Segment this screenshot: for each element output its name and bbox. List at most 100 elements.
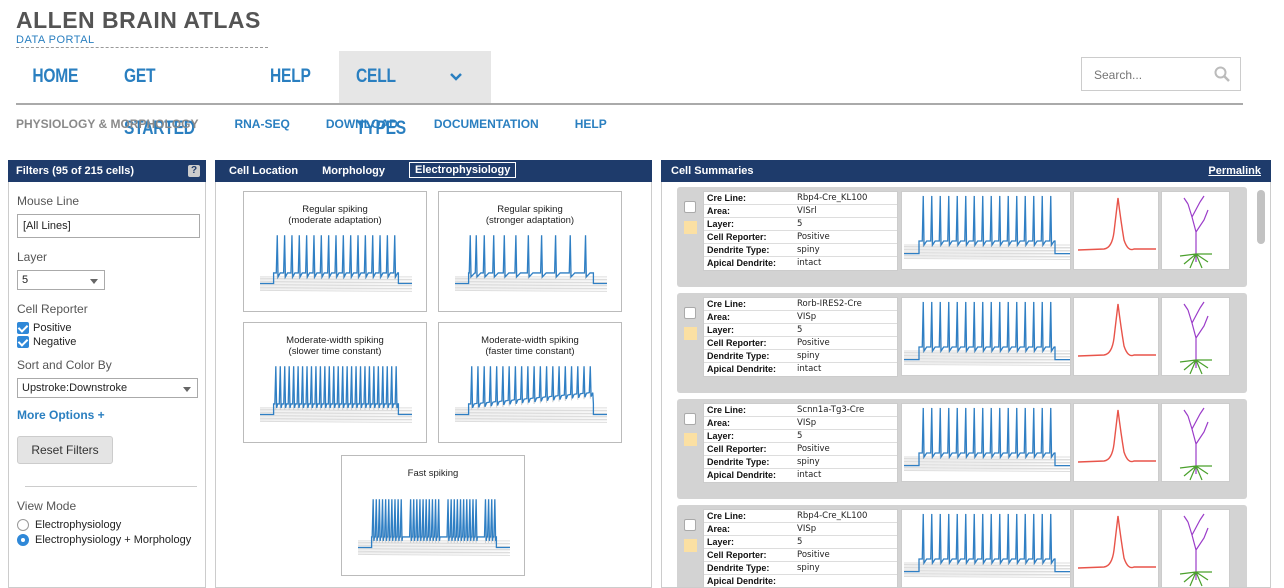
morphology-thumbnail[interactable] — [1161, 297, 1230, 376]
color-swatch — [684, 433, 697, 446]
morphology-thumbnail[interactable] — [1161, 403, 1230, 482]
mouse-line-input[interactable]: [All Lines] — [17, 214, 200, 238]
spike-trace — [903, 301, 1071, 366]
cell-trace-thumbnail[interactable] — [901, 297, 1071, 376]
search-input[interactable] — [1094, 68, 1204, 82]
cell-trace-thumbnail[interactable] — [901, 403, 1071, 482]
permalink-link[interactable]: Permalink — [1208, 160, 1261, 182]
morphology-thumbnail[interactable] — [1161, 509, 1230, 587]
cell-summary-card[interactable]: Cre Line: Rorb-IRES2-Cre Area: VISp Laye… — [677, 293, 1247, 393]
cell-field-row: Area: VISp — [704, 417, 897, 430]
cell-field-row: Area: VISp — [704, 311, 897, 324]
cell-field-row: Area: VISrl — [704, 205, 897, 218]
layer-select[interactable]: 5 — [17, 270, 105, 290]
select-checkbox[interactable] — [684, 201, 696, 213]
view-mode-ephys-morph-radio[interactable]: Electrophysiology + Morphology — [17, 534, 197, 546]
subnav-physiology-morphology[interactable]: PHYSIOLOGY & MORPHOLOGY — [16, 117, 198, 131]
checkbox-checked-icon[interactable] — [17, 336, 29, 348]
color-swatch — [684, 539, 697, 552]
tab-cell-location[interactable]: Cell Location — [229, 160, 298, 182]
reporter-positive-checkbox[interactable]: Positive — [17, 322, 197, 334]
card-subtitle: (slower time constant) — [288, 346, 382, 357]
radio-unselected-icon[interactable] — [17, 519, 29, 531]
cell-field-row: Apical Dendrite: intact — [704, 257, 897, 270]
search-box[interactable] — [1081, 57, 1241, 91]
tab-electrophysiology[interactable]: Electrophysiology — [409, 162, 517, 178]
tab-morphology[interactable]: Morphology — [322, 160, 385, 182]
nav-home[interactable]: HOME — [16, 51, 96, 103]
cell-trace-thumbnail[interactable] — [901, 191, 1071, 270]
action-potential-thumbnail[interactable] — [1073, 509, 1159, 587]
cell-field-value: intact — [797, 470, 822, 480]
search-icon[interactable] — [1214, 66, 1230, 82]
select-checkbox[interactable] — [684, 413, 696, 425]
scrollbar[interactable] — [1257, 190, 1265, 244]
cell-field-label: Cre Line: — [707, 405, 747, 415]
cell-field-value: spiny — [797, 563, 820, 573]
color-swatch — [684, 327, 697, 340]
action-potential-thumbnail[interactable] — [1073, 191, 1159, 270]
card-title: Regular spiking — [497, 204, 563, 215]
neuron-morphology-icon — [1179, 407, 1212, 481]
select-checkbox[interactable] — [684, 519, 696, 531]
cell-field-label: Layer: — [707, 537, 735, 547]
action-potential-thumbnail[interactable] — [1073, 297, 1159, 376]
reporter-negative-checkbox[interactable]: Negative — [17, 336, 197, 348]
mouse-line-label: Mouse Line — [17, 194, 80, 208]
action-potential-curve — [1077, 515, 1156, 569]
subnav-rna-seq[interactable]: RNA-SEQ — [234, 117, 289, 131]
brand-subtitle: DATA PORTAL — [16, 34, 268, 48]
cell-field-label: Cre Line: — [707, 299, 747, 309]
sort-value: Upstroke:Downstroke — [22, 382, 128, 394]
neuron-morphology-icon — [1179, 513, 1212, 587]
cell-field-row: Dendrite Type: spiny — [704, 456, 897, 469]
cell-summary-card[interactable]: Cre Line: Scnn1a-Tg3-Cre Area: VISp Laye… — [677, 399, 1247, 499]
cell-field-label: Apical Dendrite: — [707, 470, 777, 480]
chevron-down-icon — [450, 73, 462, 81]
ephys-card[interactable]: Moderate-width spiking (slower time const… — [243, 322, 427, 443]
cell-field-row: Apical Dendrite: — [704, 575, 897, 587]
checkbox-checked-icon[interactable] — [17, 322, 29, 334]
radio-selected-icon[interactable] — [17, 534, 29, 546]
view-mode-label: View Mode — [17, 499, 77, 513]
help-icon[interactable]: ? — [188, 165, 200, 177]
card-title: Moderate-width spiking — [286, 335, 384, 346]
cell-info-table: Cre Line: Rbp4-Cre_KL100 Area: VISrl Lay… — [703, 191, 898, 271]
subnav-download[interactable]: DOWNLOAD — [326, 117, 398, 131]
view-mode-ephys-radio[interactable]: Electrophysiology — [17, 519, 197, 531]
sort-select[interactable]: Upstroke:Downstroke — [17, 378, 198, 398]
cell-reporter-label: Cell Reporter — [17, 302, 88, 316]
cell-summary-card[interactable]: Cre Line: Rbp4-Cre_KL100 Area: VISrl Lay… — [677, 187, 1247, 287]
cell-field-label: Cre Line: — [707, 511, 747, 521]
reporter-negative-label: Negative — [33, 336, 77, 348]
cell-field-label: Area: — [707, 418, 731, 428]
nav-cell-types[interactable]: CELL TYPES — [338, 51, 490, 139]
cell-field-row: Dendrite Type: spiny — [704, 350, 897, 363]
cell-field-label: Apical Dendrite: — [707, 364, 777, 374]
cell-field-value: VISp — [797, 418, 817, 428]
reset-filters-button[interactable]: Reset Filters — [17, 436, 113, 464]
cell-field-value: Scnn1a-Tg3-Cre — [797, 405, 865, 415]
ephys-card[interactable]: Regular spiking (moderate adaptation) — [243, 191, 427, 312]
ephys-card[interactable]: Moderate-width spiking (faster time const… — [438, 322, 622, 443]
nav-help[interactable]: HELP — [252, 51, 329, 103]
action-potential-thumbnail[interactable] — [1073, 403, 1159, 482]
brand[interactable]: ALLEN BRAIN ATLAS DATA PORTAL — [16, 8, 268, 48]
more-options-link[interactable]: More Options + — [17, 408, 197, 422]
filters-title: Filters (95 of 215 cells) — [16, 165, 134, 177]
cell-field-value: 5 — [797, 431, 803, 441]
dropdown-arrow-icon — [90, 279, 98, 284]
cell-summary-card[interactable]: Cre Line: Rbp4-Cre_KL100 Area: VISp Laye… — [677, 505, 1247, 587]
ephys-card[interactable]: Regular spiking (stronger adaptation) — [438, 191, 622, 312]
spike-trace — [903, 195, 1071, 260]
cell-field-value: Rbp4-Cre_KL100 — [797, 511, 868, 521]
subnav-documentation[interactable]: DOCUMENTATION — [434, 117, 539, 131]
reporter-positive-label: Positive — [33, 322, 72, 334]
morphology-thumbnail[interactable] — [1161, 191, 1230, 270]
subnav-help[interactable]: HELP — [575, 117, 607, 131]
cell-field-value: Rorb-IRES2-Cre — [797, 299, 862, 309]
ephys-card[interactable]: Fast spiking — [341, 455, 525, 576]
cell-field-row: Layer: 5 — [704, 324, 897, 337]
select-checkbox[interactable] — [684, 307, 696, 319]
cell-trace-thumbnail[interactable] — [901, 509, 1071, 587]
